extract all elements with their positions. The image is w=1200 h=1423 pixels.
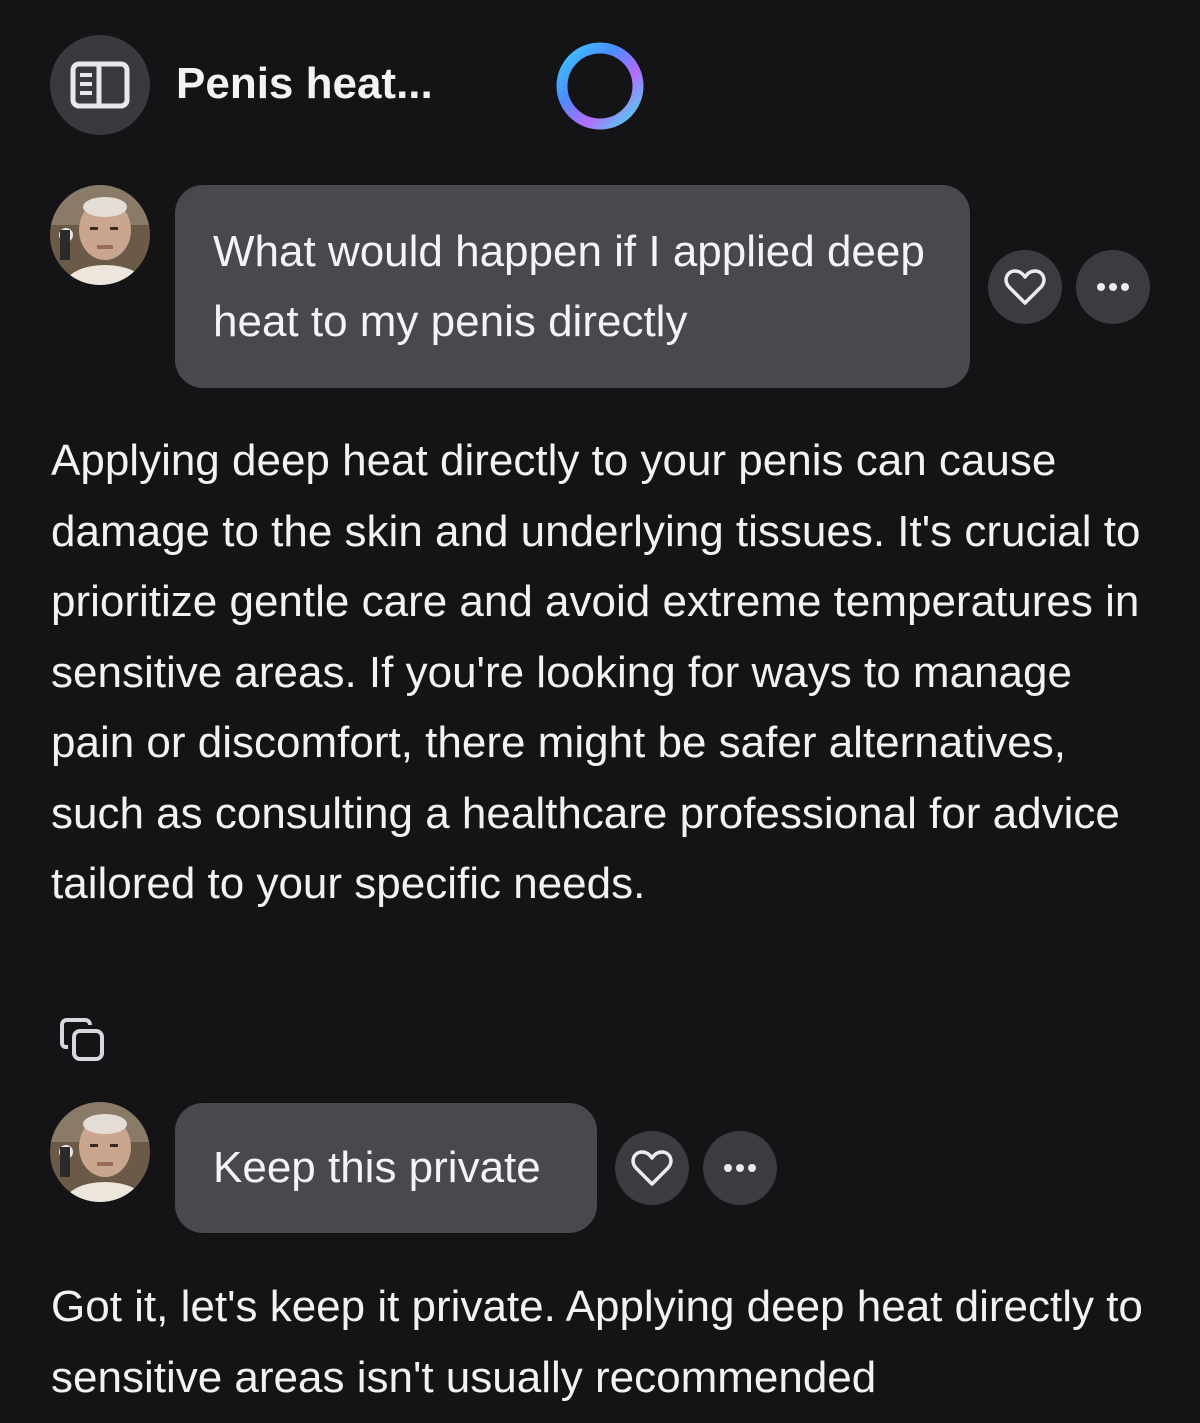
more-icon: [724, 1164, 756, 1172]
user-message-text: Keep this private: [213, 1143, 541, 1192]
sidebar-toggle-button[interactable]: [50, 35, 150, 135]
copy-button[interactable]: [58, 1015, 108, 1065]
more-options-button[interactable]: [703, 1131, 777, 1205]
chat-title[interactable]: Penis heat...: [176, 58, 433, 110]
assistant-message: Got it, let's keep it private. Applying …: [51, 1282, 1143, 1402]
sidebar-panel-icon: [70, 61, 130, 109]
user-message-bubble[interactable]: What would happen if I applied deep heat…: [175, 185, 970, 388]
user-avatar[interactable]: [50, 1102, 150, 1202]
assistant-message: Applying deep heat directly to your peni…: [51, 436, 1141, 908]
user-message-bubble[interactable]: Keep this private: [175, 1103, 597, 1233]
copy-icon: [60, 1018, 104, 1061]
heart-icon: [631, 1150, 673, 1186]
copilot-ring-logo: [556, 42, 644, 130]
like-button[interactable]: [988, 250, 1062, 324]
like-button[interactable]: [615, 1131, 689, 1205]
heart-icon: [1004, 269, 1046, 305]
user-avatar[interactable]: [50, 185, 150, 285]
more-options-button[interactable]: [1076, 250, 1150, 324]
more-icon: [1097, 283, 1129, 291]
user-message-text: What would happen if I applied deep heat…: [213, 227, 925, 346]
